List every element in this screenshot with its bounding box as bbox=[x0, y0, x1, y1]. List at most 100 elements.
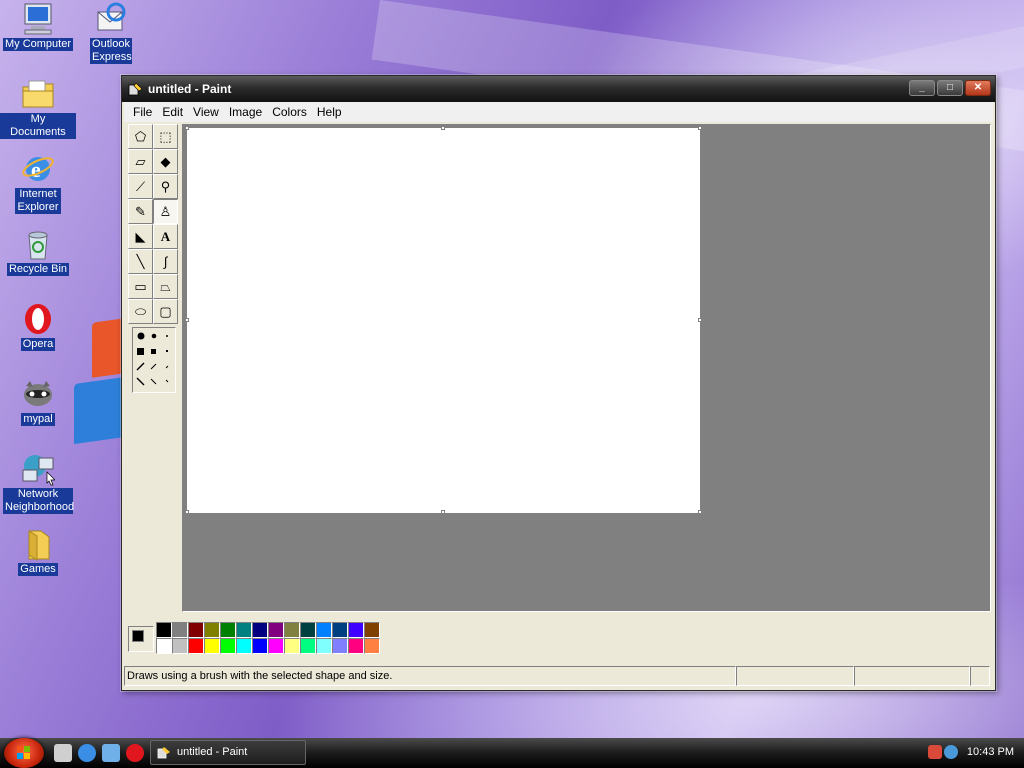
window-title: untitled - Paint bbox=[148, 82, 232, 96]
color-swatch[interactable] bbox=[332, 622, 348, 638]
menu-help[interactable]: Help bbox=[317, 105, 342, 119]
color-swatch[interactable] bbox=[236, 638, 252, 654]
resize-handle-bottom[interactable] bbox=[441, 510, 445, 514]
ellipse-icon: ⬭ bbox=[134, 303, 147, 319]
desktop-icon-mypal[interactable]: mypal bbox=[0, 377, 76, 426]
tray-volume-icon[interactable] bbox=[944, 745, 958, 759]
magnifier-tool[interactable]: ⚲ bbox=[153, 174, 178, 199]
text-icon: A bbox=[160, 228, 171, 244]
free-select-tool[interactable]: ⬠ bbox=[128, 124, 153, 149]
menu-view[interactable]: View bbox=[193, 105, 219, 119]
taskbar-item-paint[interactable]: untitled - Paint bbox=[150, 740, 306, 765]
color-swatch[interactable] bbox=[332, 638, 348, 654]
desktop-icon-opera[interactable]: Opera bbox=[0, 302, 76, 351]
color-swatch[interactable] bbox=[220, 638, 236, 654]
resize-handle-bottom-left[interactable] bbox=[185, 510, 189, 514]
brush-icon: ♙ bbox=[159, 203, 172, 219]
color-swatch[interactable] bbox=[316, 638, 332, 654]
drawing-canvas[interactable] bbox=[185, 126, 702, 514]
color-swatch[interactable] bbox=[268, 622, 284, 638]
rectangle-icon: ▭ bbox=[134, 278, 147, 294]
desktop-icon-label: Recycle Bin bbox=[6, 263, 70, 276]
color-swatch[interactable] bbox=[348, 622, 364, 638]
color-swatch[interactable] bbox=[300, 638, 316, 654]
color-swatch[interactable] bbox=[364, 638, 380, 654]
rect-select-tool[interactable]: ⬚ bbox=[153, 124, 178, 149]
color-swatch[interactable] bbox=[252, 622, 268, 638]
resize-handle-top-right[interactable] bbox=[698, 126, 702, 130]
color-swatch[interactable] bbox=[172, 622, 188, 638]
desktop-icon-games[interactable]: Games bbox=[0, 527, 76, 576]
curve-tool[interactable]: ∫ bbox=[153, 249, 178, 274]
color-swatch[interactable] bbox=[156, 622, 172, 638]
pencil-tool[interactable]: ✎ bbox=[128, 199, 153, 224]
brush-tool[interactable]: ♙ bbox=[153, 199, 178, 224]
eraser-tool[interactable]: ▱ bbox=[128, 149, 153, 174]
resize-handle-bottom-right[interactable] bbox=[698, 510, 702, 514]
desktop-icon-network-neighborhood[interactable]: Network Neighborhood bbox=[0, 452, 76, 514]
polygon-tool[interactable]: ⏢ bbox=[153, 274, 178, 299]
folder-icon bbox=[21, 77, 55, 111]
color-swatch[interactable] bbox=[188, 622, 204, 638]
text-tool[interactable]: A bbox=[153, 224, 178, 249]
close-button[interactable]: ✕ bbox=[965, 80, 991, 96]
color-swatch[interactable] bbox=[220, 622, 236, 638]
color-swatch[interactable] bbox=[348, 638, 364, 654]
start-button[interactable] bbox=[4, 738, 44, 768]
internet-explorer-icon: e bbox=[21, 152, 55, 186]
opera-icon[interactable] bbox=[126, 744, 144, 762]
color-swatch[interactable] bbox=[316, 622, 332, 638]
windows-flag-icon bbox=[17, 746, 30, 759]
color-swatch[interactable] bbox=[284, 638, 300, 654]
color-swatch[interactable] bbox=[300, 622, 316, 638]
color-swatch[interactable] bbox=[156, 638, 172, 654]
color-swatch[interactable] bbox=[252, 638, 268, 654]
color-swatch[interactable] bbox=[172, 638, 188, 654]
color-swatch[interactable] bbox=[236, 622, 252, 638]
maximize-button[interactable]: □ bbox=[937, 80, 963, 96]
outlook-express-icon[interactable] bbox=[102, 744, 120, 762]
color-swatch[interactable] bbox=[364, 622, 380, 638]
minimize-button[interactable]: _ bbox=[909, 80, 935, 96]
fill-tool[interactable]: ◆ bbox=[153, 149, 178, 174]
current-colors[interactable] bbox=[128, 626, 154, 652]
rounded-rect-tool[interactable]: ▢ bbox=[153, 299, 178, 324]
ellipse-tool[interactable]: ⬭ bbox=[128, 299, 153, 324]
rectangle-tool[interactable]: ▭ bbox=[128, 274, 153, 299]
tray-network-icon[interactable] bbox=[928, 745, 942, 759]
line-tool[interactable]: ╲ bbox=[128, 249, 153, 274]
desktop-icon-internet-explorer[interactable]: e Internet Explorer bbox=[0, 152, 76, 214]
desktop-icon-my-computer[interactable]: My Computer bbox=[0, 2, 76, 51]
desktop-icon-recycle-bin[interactable]: Recycle Bin bbox=[0, 227, 76, 276]
title-bar[interactable]: untitled - Paint _ □ ✕ bbox=[122, 76, 995, 102]
menu-colors[interactable]: Colors bbox=[272, 105, 307, 119]
desktop-icon-outlook-express[interactable]: Outlook Express bbox=[73, 2, 149, 64]
internet-explorer-icon[interactable] bbox=[78, 744, 96, 762]
resize-handle-top-left[interactable] bbox=[185, 126, 189, 130]
airbrush-tool[interactable]: ◣ bbox=[128, 224, 153, 249]
menu-file[interactable]: File bbox=[133, 105, 152, 119]
resize-handle-left[interactable] bbox=[185, 318, 189, 322]
resize-handle-top[interactable] bbox=[441, 126, 445, 130]
show-desktop-icon[interactable] bbox=[54, 744, 72, 762]
menu-edit[interactable]: Edit bbox=[162, 105, 183, 119]
eraser-icon: ▱ bbox=[135, 153, 146, 169]
pencil-icon: ✎ bbox=[135, 203, 146, 219]
color-picker-tool[interactable]: ⟋ bbox=[128, 174, 153, 199]
menu-image[interactable]: Image bbox=[229, 105, 262, 119]
polygon-icon: ⏢ bbox=[160, 278, 171, 294]
clock[interactable]: 10:43 PM bbox=[967, 746, 1014, 758]
recycle-bin-icon bbox=[21, 227, 55, 261]
resize-handle-right[interactable] bbox=[698, 318, 702, 322]
resize-grip[interactable] bbox=[970, 666, 990, 686]
brush-shape-selector[interactable] bbox=[132, 327, 176, 393]
color-swatch[interactable] bbox=[188, 638, 204, 654]
color-swatches bbox=[156, 622, 380, 654]
desktop-icon-label: Network Neighborhood bbox=[3, 488, 75, 514]
color-swatch[interactable] bbox=[284, 622, 300, 638]
color-swatch[interactable] bbox=[204, 622, 220, 638]
color-swatch[interactable] bbox=[204, 638, 220, 654]
color-swatch[interactable] bbox=[268, 638, 284, 654]
desktop-icon-my-documents[interactable]: My Documents bbox=[0, 77, 76, 139]
desktop-icon-label: My Documents bbox=[0, 113, 76, 139]
